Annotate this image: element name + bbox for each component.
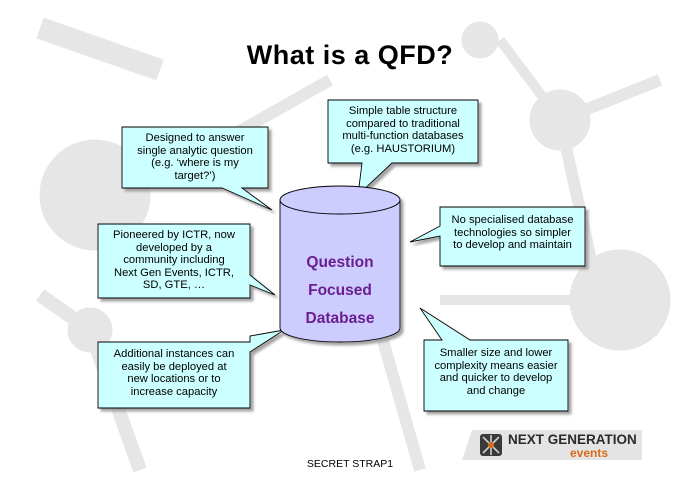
callout-line: Next Gen Events, ICTR, <box>114 266 234 279</box>
callout-line: multi-function databases <box>342 130 464 143</box>
callout-line: complexity means easier <box>434 359 558 372</box>
callout-text-right-upper: No specialised database technologies so … <box>440 214 585 252</box>
callout-line: Smaller size and lower <box>439 347 553 359</box>
callout-text-top-left: Designed to answer single analytic quest… <box>122 132 268 182</box>
callout-line: and change <box>466 384 526 397</box>
callout-line: and quicker to develop <box>439 372 553 385</box>
callout-line: developed by a <box>136 241 212 254</box>
callout-line: Simple table structure <box>348 105 458 117</box>
callout-line: easily be deployed at <box>121 360 227 373</box>
callout-line: increase capacity <box>130 385 218 398</box>
page-title: What is a QFD? <box>246 40 454 70</box>
callout-line: target?’) <box>174 169 216 182</box>
callout-line: Designed to answer <box>145 132 245 144</box>
callout-line: No specialised database <box>451 214 574 226</box>
callout-text-top-center: Simple table structure compared to tradi… <box>328 105 478 155</box>
database-label-line: Focused <box>308 282 372 299</box>
callout-line: compared to traditional <box>346 117 460 130</box>
callout-line: new locations or to <box>127 373 221 386</box>
callout-line: community including <box>123 254 225 267</box>
callout-line: to develop and maintain <box>453 239 572 252</box>
slide: What is a QFD? Designed to answer single… <box>0 0 700 495</box>
callout-line: single analytic question <box>137 144 253 157</box>
callout-line: (e.g. ‘where is my <box>151 157 239 170</box>
callout-line: Additional instances can <box>113 348 235 360</box>
callout-line: Pioneered by ICTR, now <box>113 229 235 241</box>
logo-text-next-generation: NEXT GENERATION <box>508 432 637 447</box>
callout-line: SD, GTE, … <box>142 279 206 292</box>
callout-line: (e.g. HAUSTORIUM) <box>350 142 456 155</box>
database-label-line: Question <box>306 254 374 271</box>
footer-classification: SECRET STRAP1 <box>306 458 394 470</box>
callout-text-left-lower: Additional instances can easily be deplo… <box>98 348 250 398</box>
database-label-line: Database <box>305 310 375 327</box>
callout-text-left-middle: Pioneered by ICTR, now developed by a co… <box>98 229 250 292</box>
callout-text-right-lower: Smaller size and lower complexity means … <box>424 347 568 397</box>
callout-line: technologies so simpler <box>454 226 571 239</box>
